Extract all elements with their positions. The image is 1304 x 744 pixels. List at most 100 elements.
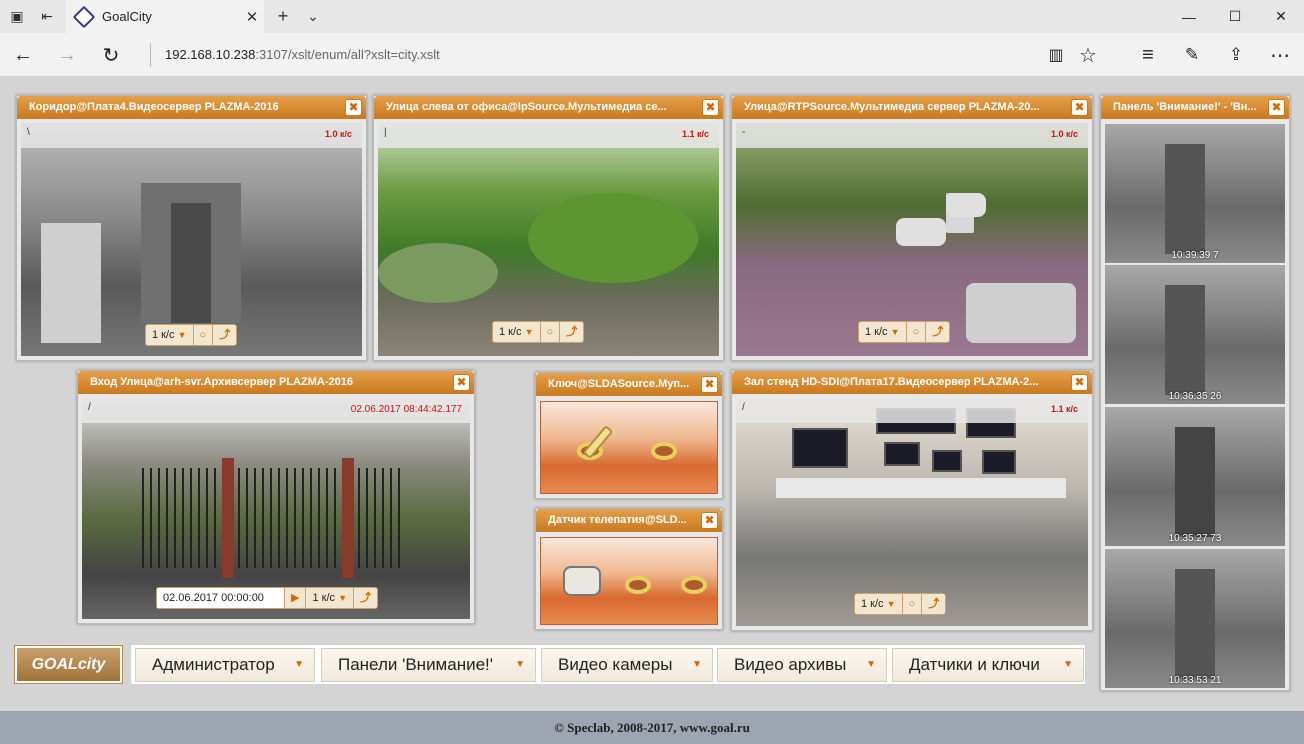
- rate-dropdown[interactable]: 1 к/с ▼: [306, 588, 354, 608]
- panel-title: Коридор@Плата4.Видеосервер PLAZMA-2016: [17, 96, 366, 119]
- panel-key-switch: Ключ@SLDASource.Муп... ✖: [535, 372, 723, 499]
- refresh-icon[interactable]: ↻: [96, 33, 126, 77]
- step-icon[interactable]: ⤴: [213, 325, 236, 345]
- close-icon[interactable]: ✖: [1071, 99, 1088, 116]
- rate-dropdown[interactable]: 1 к/с ▼: [855, 594, 903, 614]
- panel-street-camera: Улица@RTPSource.Мультимедиа сервер PLAZM…: [731, 95, 1093, 361]
- menu-item-label: Видео камеры: [558, 655, 673, 674]
- menu-item-label: Видео архивы: [734, 655, 847, 674]
- panel-title: Улица слева от офиса@IpSource.Мультимеди…: [374, 96, 723, 119]
- menu-item-sensors-keys[interactable]: Датчики и ключи ▼: [892, 648, 1084, 682]
- chevron-down-icon: ▼: [524, 327, 534, 337]
- forward-icon[interactable]: →: [52, 33, 82, 77]
- panel-title: Панель 'Внимание!' - 'Вн...: [1101, 96, 1289, 119]
- panel-hall-camera: Зал стенд HD-SDI@Плата17.Видеосервер PLA…: [731, 370, 1093, 631]
- play-icon[interactable]: ▶: [285, 588, 307, 608]
- close-icon[interactable]: ✖: [1268, 99, 1285, 116]
- panel-entrance-archive: Вход Улица@arh-svr.Архивсервер PLAZMA-20…: [77, 370, 475, 624]
- hub-icon[interactable]: ≡: [1134, 33, 1162, 77]
- video-info-bar: \ 1.0 к/с: [21, 123, 362, 148]
- menu-item-administrator[interactable]: Администратор ▼: [135, 648, 315, 682]
- menu-item-video-cameras[interactable]: Видео камеры ▼: [541, 648, 713, 682]
- thumb-time: 10:33:53 21: [1168, 675, 1222, 686]
- fps-indicator: 1.1 к/с: [1050, 404, 1078, 414]
- rate-value: 1 к/с: [152, 329, 175, 341]
- chevron-down-icon: ▼: [1063, 659, 1073, 670]
- attention-thumb[interactable]: 10:39:39 7: [1105, 124, 1285, 263]
- url-path: :3107/xslt/enum/all?xslt=city.xslt: [255, 47, 440, 62]
- tab-list-chevron-icon[interactable]: ⌄: [300, 0, 326, 33]
- menu-item-label: Датчики и ключи: [909, 655, 1040, 674]
- tab-close-icon[interactable]: ✕: [240, 8, 264, 26]
- close-icon[interactable]: ✖: [453, 374, 470, 391]
- menu-item-label: Администратор: [152, 655, 275, 674]
- stop-icon[interactable]: ○: [541, 322, 561, 342]
- address-bar[interactable]: 192.168.10.238:3107/xslt/enum/all?xslt=c…: [150, 43, 1010, 67]
- tab-manager-icon[interactable]: ▣: [4, 0, 30, 33]
- video-info: \: [27, 127, 30, 138]
- stop-icon[interactable]: ○: [194, 325, 214, 345]
- switch-contact-icon: [651, 442, 677, 460]
- rate-value: 1 к/с: [865, 326, 888, 338]
- chevron-down-icon: ▼: [886, 599, 896, 609]
- video-info-bar: | 1.1 к/с: [378, 123, 719, 148]
- video-feed[interactable]: | 1.1 к/с 1 к/с ▼ ○ ⤴: [378, 123, 719, 356]
- maximize-icon[interactable]: ☐: [1212, 0, 1258, 33]
- archive-time-input[interactable]: 02.06.2017 00:00:00: [157, 588, 285, 608]
- panel-attention: Панель 'Внимание!' - 'Вн... ✖ 10:39:39 7…: [1100, 95, 1290, 691]
- video-controls: 1 к/с ▼ ○ ⤴: [854, 593, 947, 615]
- thumb-time: 10:35:27 73: [1168, 533, 1222, 544]
- close-icon[interactable]: ✖: [701, 376, 718, 393]
- new-tab-icon[interactable]: +: [270, 0, 296, 33]
- panel-sensor: Датчик телепатия@SLD... ✖: [535, 508, 723, 630]
- stop-icon[interactable]: ○: [907, 322, 927, 342]
- attention-thumb[interactable]: 10:35:27 73: [1105, 407, 1285, 546]
- browser-tab[interactable]: GoalCity ✕: [66, 0, 264, 33]
- video-info: -: [742, 127, 746, 138]
- reading-view-icon[interactable]: ▥: [1042, 33, 1070, 77]
- browser-navbar: ← → ↻ 192.168.10.238:3107/xslt/enum/all?…: [0, 33, 1304, 77]
- fps-indicator: 1.0 к/с: [1050, 129, 1078, 139]
- step-icon[interactable]: ⤴: [922, 594, 945, 614]
- rate-dropdown[interactable]: 1 к/с ▼: [146, 325, 194, 345]
- share-icon[interactable]: ⇪: [1222, 33, 1250, 77]
- back-icon[interactable]: ←: [8, 33, 38, 77]
- stop-icon[interactable]: ○: [903, 594, 923, 614]
- goalcity-logo[interactable]: GOALcity: [15, 646, 122, 683]
- video-feed[interactable]: / 02.06.2017 08:44:42.177 02.06.2017 00:0…: [82, 398, 470, 619]
- rate-dropdown[interactable]: 1 к/с ▼: [493, 322, 541, 342]
- panel-title: Зал стенд HD-SDI@Плата17.Видеосервер PLA…: [732, 371, 1092, 394]
- step-icon[interactable]: ⤴: [354, 588, 377, 608]
- set-aside-tabs-icon[interactable]: ⇤: [34, 0, 60, 33]
- close-icon[interactable]: ✖: [701, 512, 718, 529]
- web-note-icon[interactable]: ✎: [1178, 33, 1206, 77]
- minimize-icon[interactable]: —: [1166, 0, 1212, 33]
- favorite-star-icon[interactable]: ☆: [1074, 33, 1102, 77]
- video-feed[interactable]: - 1.0 к/с 1 к/с ▼ ○ ⤴: [736, 123, 1088, 356]
- panel-corridor-camera: Коридор@Плата4.Видеосервер PLAZMA-2016 ✖…: [16, 95, 367, 361]
- attention-thumb[interactable]: 10:36:35 26: [1105, 265, 1285, 404]
- menu-item-attention-panels[interactable]: Панели 'Внимание!' ▼: [321, 648, 536, 682]
- panel-title: Вход Улица@arh-svr.Архивсервер PLAZMA-20…: [78, 371, 474, 394]
- video-info-bar: - 1.0 к/с: [736, 123, 1088, 148]
- fps-indicator: 1.1 к/с: [681, 129, 709, 139]
- rate-dropdown[interactable]: 1 к/с ▼: [859, 322, 907, 342]
- menu-item-video-archives[interactable]: Видео архивы ▼: [717, 648, 887, 682]
- close-icon[interactable]: ✖: [702, 99, 719, 116]
- key-switch-visual[interactable]: [540, 401, 718, 494]
- video-info: /: [88, 402, 91, 413]
- video-info: |: [384, 127, 387, 138]
- attention-thumb[interactable]: 10:33:53 21: [1105, 549, 1285, 688]
- panel-title: Ключ@SLDASource.Муп...: [536, 373, 722, 396]
- chevron-down-icon: ▼: [294, 659, 304, 670]
- sensor-visual[interactable]: [540, 537, 718, 625]
- close-window-icon[interactable]: ✕: [1258, 0, 1304, 33]
- more-icon[interactable]: ⋯: [1266, 33, 1294, 77]
- close-icon[interactable]: ✖: [1071, 374, 1088, 391]
- thumb-time: 10:39:39 7: [1171, 250, 1219, 261]
- video-feed[interactable]: / 1.1 к/с 1 к/с ▼ ○ ⤴: [736, 398, 1088, 626]
- video-feed[interactable]: \ 1.0 к/с 1 к/с ▼ ○ ⤴: [21, 123, 362, 356]
- step-icon[interactable]: ⤴: [560, 322, 583, 342]
- close-icon[interactable]: ✖: [345, 99, 362, 116]
- step-icon[interactable]: ⤴: [926, 322, 949, 342]
